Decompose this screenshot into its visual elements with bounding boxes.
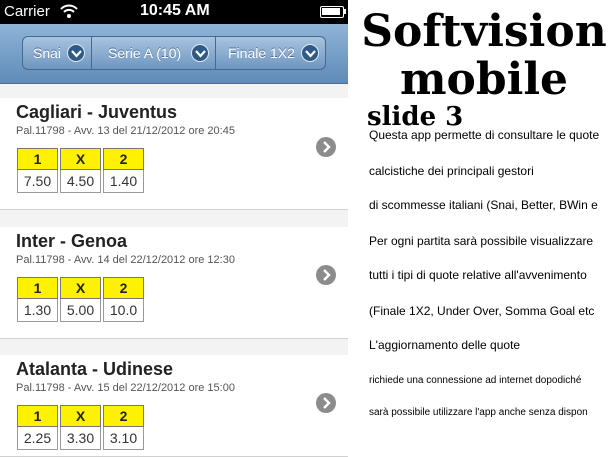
carrier-label: Carrier	[4, 3, 50, 20]
status-bar: Carrier 10:45 AM	[0, 0, 348, 24]
odds-label-away: 2	[103, 405, 144, 427]
slide-text-line: L'aggiornamento delle quote	[369, 338, 521, 352]
chevron-down-icon	[301, 44, 319, 62]
odds-label-draw: X	[60, 148, 101, 170]
match-info: Pal.11798 - Avv. 15 del 22/12/2012 ore 1…	[16, 382, 235, 394]
odds-value-draw: 5.00	[60, 299, 101, 322]
bookmaker-selector[interactable]: Snai	[22, 36, 92, 70]
match-info: Pal.11798 - Avv. 14 del 22/12/2012 ore 1…	[16, 254, 235, 266]
slide-title-line-2: mobile	[399, 54, 569, 105]
odds-label-home: 1	[17, 405, 58, 427]
match-teams: Cagliari - Juventus	[16, 102, 178, 122]
wifi-icon	[60, 3, 78, 19]
odds-value-home: 2.25	[17, 427, 58, 450]
chevron-right-icon[interactable]	[316, 265, 336, 285]
odds-label-away: 2	[103, 277, 144, 299]
odds-label-home: 1	[17, 277, 58, 299]
odds-label-away: 2	[103, 148, 144, 170]
bookmaker-label: Snai	[33, 45, 62, 61]
match-card[interactable]: Atalanta - Udinese Pal.11798 - Avv. 15 d…	[0, 355, 348, 457]
clock: 10:45 AM	[140, 2, 210, 19]
match-card[interactable]: Inter - Genoa Pal.11798 - Avv. 14 del 22…	[0, 227, 348, 339]
slide-text-line: (Finale 1X2, Under Over, Somma Goal etc	[369, 304, 595, 318]
match-teams: Inter - Genoa	[16, 231, 128, 251]
battery-icon	[320, 6, 344, 18]
odds-value-home: 1.30	[17, 299, 58, 322]
odds-label-home: 1	[17, 148, 58, 170]
odds-table: 1 X 2 1.30 5.00 10.0	[17, 277, 144, 322]
market-label: Finale 1X2	[228, 45, 295, 61]
chevron-down-icon	[67, 44, 85, 62]
filter-bar: Snai Serie A (10) Finale 1X2	[0, 24, 348, 84]
slide-text-line: calcistiche dei principali gestori	[369, 164, 534, 178]
odds-table: 1 X 2 2.25 3.30 3.10	[17, 405, 144, 450]
match-card[interactable]: Cagliari - Juventus Pal.11798 - Avv. 13 …	[0, 98, 348, 210]
odds-value-draw: 3.30	[60, 427, 101, 450]
chevron-right-icon[interactable]	[316, 137, 336, 157]
odds-value-draw: 4.50	[60, 170, 101, 193]
odds-value-away: 1.40	[103, 170, 144, 193]
league-selector[interactable]: Serie A (10)	[92, 36, 216, 70]
odds-value-away: 10.0	[103, 299, 144, 322]
slide-title-line-1: Softvision	[361, 6, 607, 57]
odds-label-draw: X	[60, 405, 101, 427]
odds-label-draw: X	[60, 277, 101, 299]
slide-text-line: di scommesse italiani (Snai, Better, BWi…	[369, 198, 598, 212]
phone-screen: Carrier 10:45 AM Snai Serie A (10) Final…	[0, 0, 348, 457]
odds-table: 1 X 2 7.50 4.50 1.40	[17, 148, 144, 193]
odds-value-home: 7.50	[17, 170, 58, 193]
slide-text-line: richiede una connessione ad internet dop…	[369, 375, 582, 386]
match-info: Pal.11798 - Avv. 13 del 21/12/2012 ore 2…	[16, 125, 235, 137]
market-selector[interactable]: Finale 1X2	[216, 36, 326, 70]
slide-title: Softvision mobile	[358, 8, 610, 104]
odds-value-away: 3.10	[103, 427, 144, 450]
league-label: Serie A (10)	[108, 45, 182, 61]
match-teams: Atalanta - Udinese	[16, 359, 174, 379]
battery-tip	[344, 9, 346, 14]
slide-text-line: tutti i tipi di quote relative all'avven…	[369, 268, 587, 282]
slide-text-line: Per ogni partita sarà possibile visualiz…	[369, 234, 594, 248]
slide-text-line: Questa app permette di consultare le quo…	[369, 128, 600, 142]
chevron-right-icon[interactable]	[316, 393, 336, 413]
chevron-down-icon	[191, 44, 209, 62]
slide-text-line: sarà possibile utilizzare l'app anche se…	[369, 407, 588, 418]
